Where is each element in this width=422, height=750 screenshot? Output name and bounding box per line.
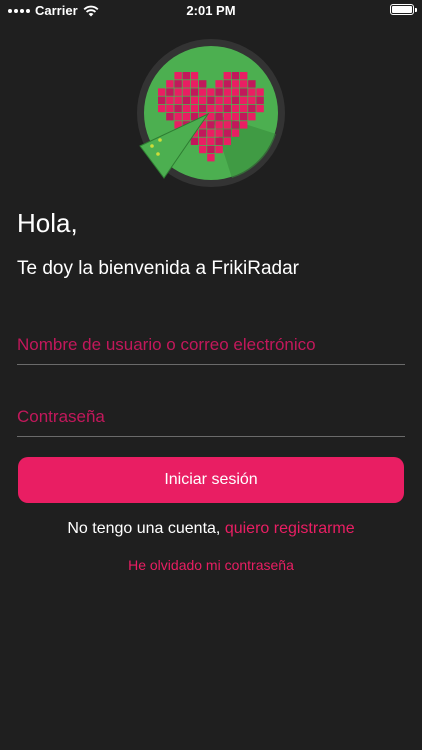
heart-pixel	[223, 137, 231, 145]
password-input[interactable]	[17, 398, 405, 436]
greeting-title: Hola,	[17, 208, 78, 238]
heart-pixel	[207, 137, 215, 145]
heart-pixel	[240, 80, 248, 88]
heart-pixel	[199, 104, 207, 113]
heart-pixel	[231, 80, 240, 88]
register-link[interactable]: quiero registrarme	[225, 520, 355, 537]
heart-pixel	[199, 80, 207, 88]
heart-pixel	[256, 88, 264, 96]
heart-pixel	[223, 72, 231, 80]
battery-icon	[390, 4, 417, 15]
heart-pixel	[215, 145, 223, 154]
heart-pixel	[166, 113, 174, 121]
heart-pixel	[190, 96, 199, 104]
heart-pixel	[215, 88, 223, 96]
heart-pixel	[223, 121, 231, 129]
heart-pixel	[166, 88, 174, 96]
heart-pixel	[182, 113, 190, 121]
heart-pixel	[240, 72, 248, 80]
heart-pixel	[158, 104, 166, 113]
heart-pixel	[207, 96, 215, 104]
password-field	[17, 398, 405, 437]
heart-pixel	[190, 80, 199, 88]
heart-pixel	[215, 129, 223, 137]
heart-pixel	[199, 129, 207, 137]
heart-pixel	[166, 96, 174, 104]
heart-pixel	[199, 137, 207, 145]
heart-pixel	[190, 88, 199, 96]
heart-pixel	[223, 80, 231, 88]
register-row: No tengo una cuenta, quiero registrarme	[0, 520, 422, 538]
heart-pixel	[215, 96, 223, 104]
heart-pixel	[207, 88, 215, 96]
heart-pixel	[223, 113, 231, 121]
heart-pixel	[231, 88, 240, 96]
heart-pixel	[215, 121, 223, 129]
heart-pixel	[199, 145, 207, 154]
heart-pixel	[207, 104, 215, 113]
register-prompt: No tengo una cuenta,	[67, 520, 225, 537]
heart-pixel	[256, 96, 264, 104]
heart-pixel	[248, 96, 256, 104]
heart-pixel	[174, 113, 182, 121]
username-field	[17, 326, 405, 365]
heart-pixel	[190, 72, 199, 80]
heart-pixel	[223, 129, 231, 137]
heart-pixel	[199, 88, 207, 96]
heart-pixel	[166, 80, 174, 88]
username-input[interactable]	[17, 326, 405, 364]
heart-pixel	[207, 145, 215, 154]
heart-pixel	[231, 129, 240, 137]
heart-pixel	[174, 80, 182, 88]
heart-pixel	[207, 121, 215, 129]
heart-pixel	[248, 104, 256, 113]
heart-pixel	[231, 121, 240, 129]
heart-pixel	[240, 96, 248, 104]
heart-pixel	[182, 72, 190, 80]
heart-pixel	[215, 113, 223, 121]
heart-pixel	[223, 88, 231, 96]
heart-pixel	[215, 137, 223, 145]
forgot-password-link[interactable]: He olvidado mi contraseña	[0, 557, 422, 573]
heart-pixel	[231, 96, 240, 104]
heart-pixel	[223, 104, 231, 113]
heart-pixel	[248, 88, 256, 96]
heart-pixel	[240, 121, 248, 129]
heart-pixel	[240, 113, 248, 121]
heart-pixel	[231, 104, 240, 113]
heart-pixel	[158, 88, 166, 96]
heart-pixel	[166, 104, 174, 113]
heart-pixel	[215, 104, 223, 113]
heart-pixel	[240, 104, 248, 113]
heart-pixel	[248, 113, 256, 121]
heart-pixel	[174, 96, 182, 104]
heart-pixel	[182, 104, 190, 113]
heart-pixel	[158, 96, 166, 104]
heart-pixel	[190, 104, 199, 113]
heart-pixel	[215, 80, 223, 88]
heart-pixel	[174, 104, 182, 113]
heart-pixel	[223, 96, 231, 104]
login-button[interactable]: Iniciar sesión	[18, 457, 404, 503]
heart-pixel	[182, 80, 190, 88]
welcome-subtitle: Te doy la bienvenida a FrikiRadar	[17, 258, 299, 279]
heart-pixel	[174, 88, 182, 96]
login-screen: Carrier 2:01 PM Hola, Te doy la bienveni…	[0, 0, 422, 750]
heart-pixel	[231, 72, 240, 80]
status-time: 2:01 PM	[186, 3, 236, 18]
frikiradar-logo	[137, 39, 285, 187]
heart-pixel	[207, 154, 215, 162]
heart-pixel	[240, 88, 248, 96]
heart-pixel	[174, 72, 182, 80]
heart-pixel	[231, 113, 240, 121]
heart-pixel	[182, 88, 190, 96]
heart-pixel	[248, 80, 256, 88]
heart-pixel	[182, 96, 190, 104]
heart-pixel	[207, 129, 215, 137]
status-bar: Carrier 2:01 PM	[0, 0, 422, 22]
heart-pixel	[190, 137, 199, 145]
heart-pixel	[199, 96, 207, 104]
heart-pixel	[256, 104, 264, 113]
